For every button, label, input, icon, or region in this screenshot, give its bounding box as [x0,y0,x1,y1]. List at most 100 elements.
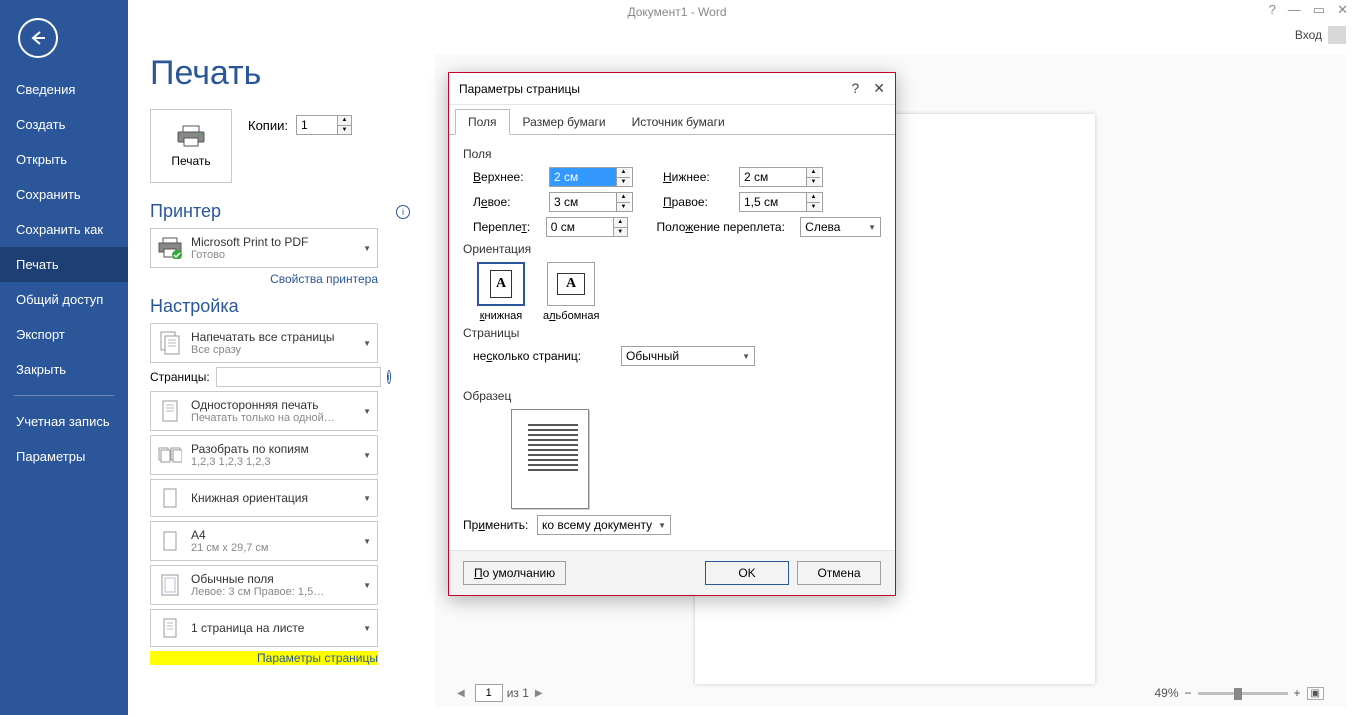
page-setup-link[interactable]: Параметры страницы [150,651,378,665]
login-link[interactable]: Вход [1295,26,1346,44]
chevron-down-icon: ▼ [363,494,371,503]
spin-down[interactable]: ▼ [614,228,627,237]
gutter-input[interactable] [547,218,613,236]
gutter-pos-label: Положение переплета: [657,220,801,234]
copies-up[interactable]: ▲ [338,116,351,126]
printer-dropdown[interactable]: Microsoft Print to PDFГотово ▼ [150,228,378,268]
print-button[interactable]: Печать [150,109,232,183]
chevron-down-icon: ▼ [742,352,750,361]
spin-up[interactable]: ▲ [807,168,820,178]
page-of-label: из 1 [507,686,529,700]
copies-down[interactable]: ▼ [338,126,351,135]
nav-print[interactable]: Печать [0,247,128,282]
spin-down[interactable]: ▼ [617,203,630,212]
chevron-down-icon: ▼ [868,223,876,232]
printer-info-icon[interactable]: i [396,205,410,219]
spin-up[interactable]: ▲ [617,193,630,203]
fit-page-button[interactable]: ▣ [1307,687,1324,700]
bottom-margin-field[interactable]: ▲▼ [739,167,823,187]
help-icon[interactable]: ? [1269,2,1276,18]
right-margin-field[interactable]: ▲▼ [739,192,823,212]
nav-export[interactable]: Экспорт [0,317,128,352]
copies-spinner[interactable]: ▲▼ [296,115,352,135]
spin-up[interactable]: ▲ [614,218,627,228]
paper-dropdown[interactable]: A421 см x 29,7 см ▼ [150,521,378,561]
dialog-title: Параметры страницы [459,82,580,96]
apply-combo[interactable]: ко всему документу▼ [537,515,671,535]
nav-open[interactable]: Открыть [0,142,128,177]
orientation-landscape[interactable]: A альбомная [543,262,599,322]
sample-preview [511,409,589,509]
title-bar: Документ1 - Word ? — ▭ ✕ [0,0,1354,24]
default-button[interactable]: По умолчанию [463,561,566,585]
tab-source[interactable]: Источник бумаги [619,109,738,135]
multipage-combo[interactable]: Обычный▼ [621,346,755,366]
ok-button[interactable]: OK [705,561,789,585]
chevron-down-icon: ▼ [363,407,371,416]
dialog-help-button[interactable]: ? [851,80,859,97]
gutter-field[interactable]: ▲▼ [546,217,628,237]
close-icon[interactable]: ✕ [1337,2,1348,18]
next-page-button[interactable]: ▶ [529,688,549,699]
spin-up[interactable]: ▲ [807,193,820,203]
spin-down[interactable]: ▼ [807,178,820,187]
cancel-button[interactable]: Отмена [797,561,881,585]
bottom-margin-label: Нижнее: [663,170,739,184]
orientation-portrait[interactable]: A книжная [473,262,529,322]
gutter-pos-combo[interactable]: Слева ▼ [800,217,881,237]
bottom-margin-input[interactable] [740,168,806,186]
nav-close[interactable]: Закрыть [0,352,128,387]
portrait-icon [157,484,183,512]
nav-options[interactable]: Параметры [0,439,128,474]
collate-dropdown[interactable]: Разобрать по копиям1,2,3 1,2,3 1,2,3 ▼ [150,435,378,475]
pages-input[interactable] [216,367,381,387]
top-margin-label: Верхнее: [473,170,549,184]
chevron-down-icon: ▼ [363,451,371,460]
gutter-label: Переплет: [473,220,546,234]
print-heading: Печать [150,54,410,93]
onesided-line2: Печатать только на одной… [191,412,355,424]
tab-paper[interactable]: Размер бумаги [510,109,619,135]
zoom-in-button[interactable]: + [1294,686,1301,700]
scope-dropdown[interactable]: Напечатать все страницыВсе сразу ▼ [150,323,378,363]
top-margin-field[interactable]: ▲▼ [549,167,633,187]
top-margin-input[interactable] [550,168,616,186]
copies-input[interactable] [297,116,337,134]
page-number-input[interactable] [475,684,503,702]
orientation-dropdown[interactable]: Книжная ориентация ▼ [150,479,378,517]
margins-line1: Обычные поля [191,572,355,586]
restore-icon[interactable]: ▭ [1313,2,1325,18]
printer-icon [176,124,206,148]
prev-page-button[interactable]: ◀ [451,688,471,699]
nav-new[interactable]: Создать [0,107,128,142]
spin-down[interactable]: ▼ [617,178,630,187]
apply-value: ко всему документу [542,518,652,532]
nav-share[interactable]: Общий доступ [0,282,128,317]
left-margin-input[interactable] [550,193,616,211]
margins-dropdown[interactable]: Обычные поляЛевое: 3 см Правое: 1,5… ▼ [150,565,378,605]
nav-account[interactable]: Учетная запись [0,404,128,439]
paper-line2: 21 см x 29,7 см [191,542,355,554]
onesided-dropdown[interactable]: Односторонняя печатьПечатать только на о… [150,391,378,431]
gutter-pos-value: Слева [805,220,840,234]
dialog-close-button[interactable]: ✕ [873,80,885,97]
back-button[interactable] [18,18,58,58]
margins-group-label: Поля [463,147,881,161]
spin-down[interactable]: ▼ [807,203,820,212]
collate-line1: Разобрать по копиям [191,442,355,456]
nav-save[interactable]: Сохранить [0,177,128,212]
zoom-out-button[interactable]: − [1185,686,1192,700]
pagespersheet-dropdown[interactable]: 1 страница на листе ▼ [150,609,378,647]
zoom-slider[interactable] [1198,692,1288,695]
left-margin-field[interactable]: ▲▼ [549,192,633,212]
minimize-icon[interactable]: — [1288,2,1301,18]
tab-margins[interactable]: Поля [455,109,510,135]
spin-up[interactable]: ▲ [617,168,630,178]
nav-info[interactable]: Сведения [0,72,128,107]
pages-info-icon[interactable]: i [387,370,391,384]
nav-saveas[interactable]: Сохранить как [0,212,128,247]
right-margin-input[interactable] [740,193,806,211]
printer-properties-link[interactable]: Свойства принтера [150,272,378,286]
onesided-icon [157,397,183,425]
document-title: Документ1 - Word [627,5,726,19]
